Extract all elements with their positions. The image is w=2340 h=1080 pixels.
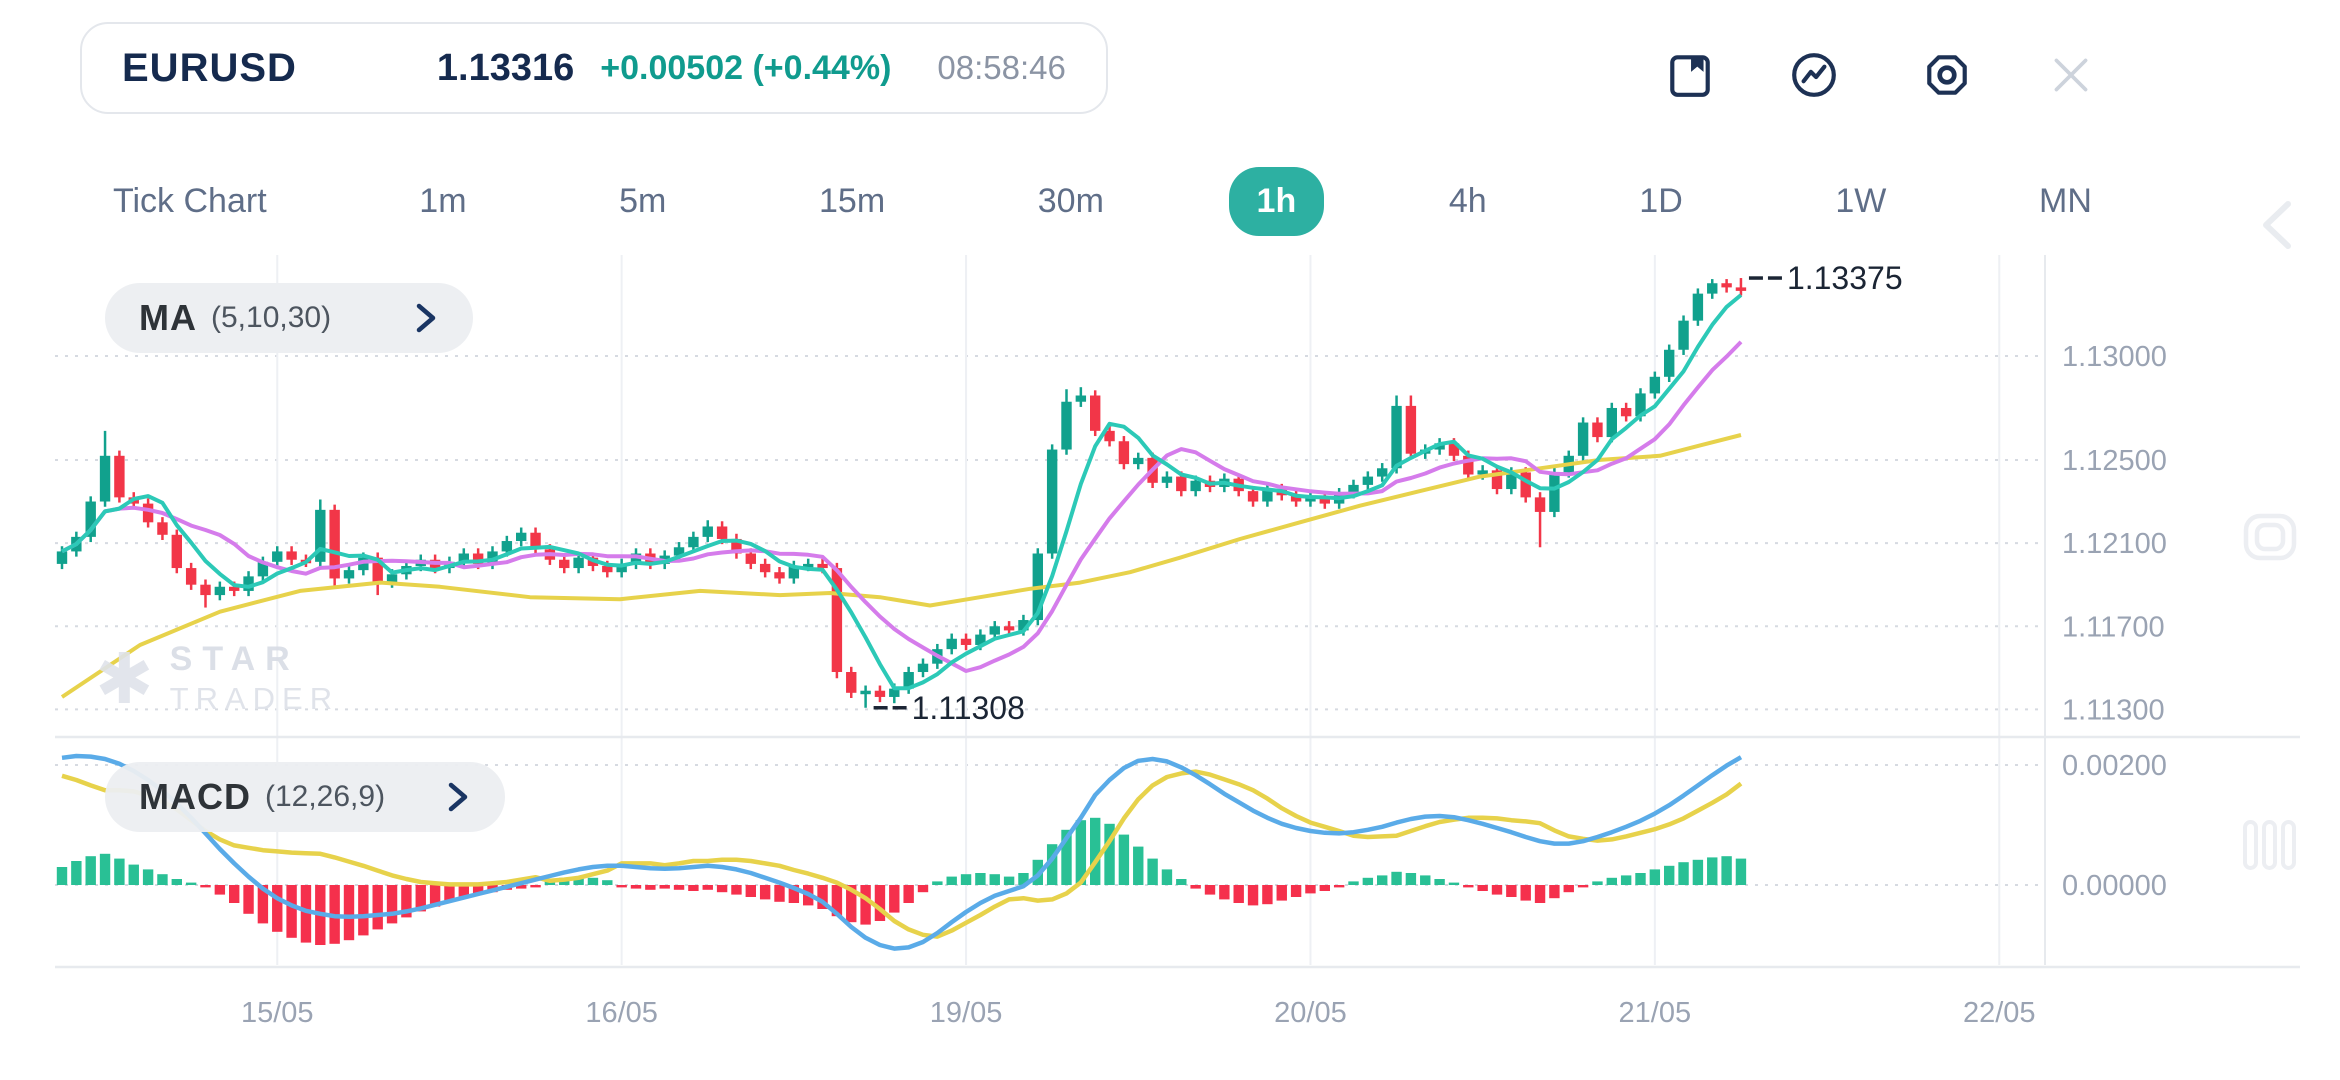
macd-tick: 0.00000 <box>2062 870 2167 902</box>
chevron-right-icon <box>353 301 439 335</box>
tab-1h[interactable]: 1h <box>1229 167 1325 236</box>
drag-handle[interactable] <box>2240 818 2300 877</box>
ma5-line <box>62 295 1741 688</box>
watermark-line1: STAR <box>170 640 339 679</box>
tab-1w[interactable]: 1W <box>1807 167 1914 236</box>
rounded-square-icon <box>2242 512 2298 562</box>
tab-5m[interactable]: 5m <box>591 167 694 236</box>
screenshot-tool-button[interactable] <box>2242 512 2298 567</box>
tab-1d[interactable]: 1D <box>1611 167 1710 236</box>
price-tick: 1.13000 <box>2062 341 2167 373</box>
marker-label: 1.11308 <box>912 690 1025 726</box>
date-tick: 15/05 <box>241 997 314 1029</box>
close-icon <box>2046 50 2096 100</box>
last-price: 1.13316 <box>437 47 574 90</box>
price-tick: 1.12500 <box>2062 445 2167 477</box>
ma-indicator-name: MA <box>139 297 197 339</box>
tab-30m[interactable]: 30m <box>1010 167 1132 236</box>
close-button[interactable] <box>2046 50 2096 100</box>
tab-4h[interactable]: 4h <box>1421 167 1515 236</box>
chevron-right-icon <box>385 780 471 814</box>
symbol-label: EURUSD <box>122 46 297 91</box>
tab-mn[interactable]: MN <box>2011 167 2120 236</box>
price-marker-high: 1.13375 <box>1749 260 1903 296</box>
tab-15m[interactable]: 15m <box>791 167 913 236</box>
date-tick: 19/05 <box>930 997 1003 1029</box>
indicators-button[interactable] <box>1789 50 1839 100</box>
date-tick: 22/05 <box>1963 997 2036 1029</box>
macd-tick: 0.00200 <box>2062 750 2167 782</box>
settings-button[interactable] <box>1922 50 1972 100</box>
settings-nut-icon <box>1922 50 1972 100</box>
timeframe-tabs: Tick Chart 1m 5m 15m 30m 1h 4h 1D 1W MN <box>85 158 2120 244</box>
ma-lines <box>62 295 1741 697</box>
macd-indicator-name: MACD <box>139 776 251 818</box>
ma-indicator-params: (5,10,30) <box>211 301 331 335</box>
chevron-left-icon <box>2250 196 2306 254</box>
price-tick: 1.11700 <box>2062 611 2165 643</box>
price-change: +0.00502 (+0.44%) <box>600 49 891 88</box>
price-tick: 1.11300 <box>2062 694 2165 726</box>
quote-header: EURUSD 1.13316 +0.00502 (+0.44%) 08:58:4… <box>80 22 1108 114</box>
ma-indicator-badge[interactable]: MA (5,10,30) <box>105 283 473 353</box>
date-tick: 21/05 <box>1619 997 1692 1029</box>
bookmark-icon <box>1665 50 1715 100</box>
star-logo-icon: ✱ <box>95 644 154 714</box>
trend-circle-icon <box>1789 50 1839 100</box>
quote-time: 08:58:46 <box>937 49 1065 87</box>
price-tick: 1.12100 <box>2062 528 2167 560</box>
star-trader-watermark: ✱ STAR TRADER <box>95 640 339 717</box>
ma10-line <box>62 342 1741 671</box>
date-tick: 20/05 <box>1274 997 1347 1029</box>
axis-labels: 1.13000 1.12500 1.12100 1.11700 1.11300 0.002… <box>241 341 2167 1029</box>
tab-1m[interactable]: 1m <box>391 167 494 236</box>
watermark-line2: TRADER <box>170 681 339 717</box>
macd-indicator-badge[interactable]: MACD (12,26,9) <box>105 762 505 832</box>
tab-tick-chart[interactable]: Tick Chart <box>85 167 295 236</box>
collapse-panel-button[interactable] <box>2250 196 2306 259</box>
marker-label: 1.13375 <box>1787 260 1903 296</box>
drag-bars-icon <box>2240 818 2300 872</box>
bookmark-button[interactable] <box>1665 50 1715 100</box>
gridlines <box>55 255 2300 967</box>
date-tick: 16/05 <box>585 997 658 1029</box>
macd-indicator-params: (12,26,9) <box>265 780 385 814</box>
